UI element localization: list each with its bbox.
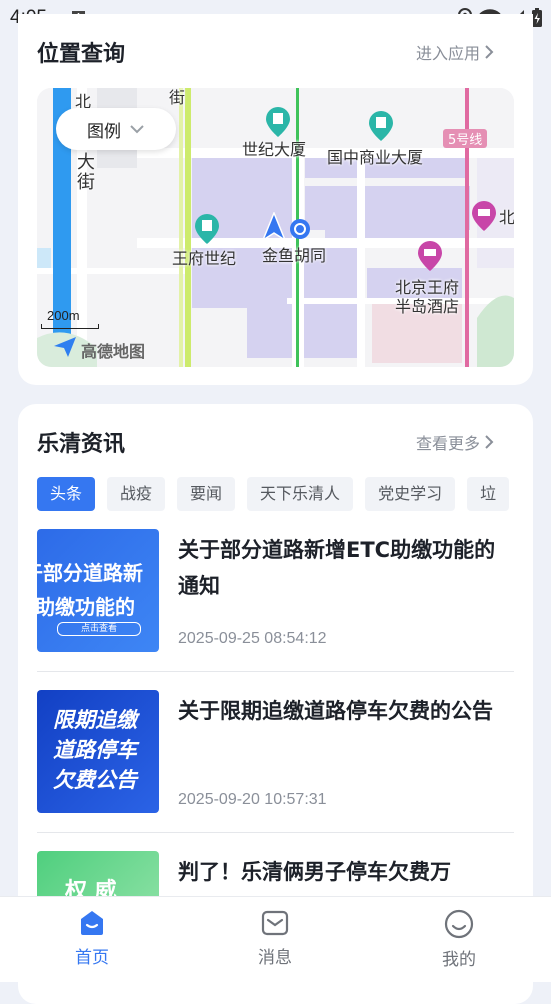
map-label-bei2: 北 <box>499 208 514 227</box>
map-label-jie2: 街 <box>169 88 186 107</box>
thumb-text: 道路停车 <box>53 738 137 762</box>
map-label-shijidasha: 世纪大厦 <box>242 140 307 159</box>
thumb-text: 于部分道路新 <box>37 561 143 585</box>
news-list-item[interactable]: 权 威 判了！乐清俩男子停车欠费万 <box>37 851 514 896</box>
tab-toutiao[interactable]: 头条 <box>37 477 96 511</box>
news-thumbnail: 权 威 <box>37 851 159 896</box>
bottom-nav: 首页 消息 我的 <box>0 896 551 982</box>
news-title: 关于限期追缴道路停车欠费的公告 <box>178 699 493 723</box>
map-legend-button[interactable]: 图例 <box>56 108 176 150</box>
enter-app-link[interactable]: 进入应用 <box>416 40 494 64</box>
tab-yaowen[interactable]: 要闻 <box>177 477 236 511</box>
hotel-poi-icon <box>472 201 496 231</box>
metro-station-icon <box>290 219 310 239</box>
tab-laji[interactable]: 垃 <box>467 477 510 511</box>
map-label-peninsula-line2: 半岛酒店 <box>395 297 460 316</box>
nav-messages-label: 消息 <box>258 948 292 968</box>
my-location-arrow-icon <box>261 212 287 242</box>
map-label-wangfushiji: 王府世纪 <box>172 249 237 268</box>
map-label-line5: 5号线 <box>443 129 488 148</box>
map-label-guozhong: 国中商业大厦 <box>327 148 424 167</box>
chevron-right-icon <box>485 435 494 449</box>
news-thumbnail: 于部分道路新 助缴功能的 点击查看 <box>37 529 159 652</box>
chevron-right-icon <box>485 45 494 59</box>
thumb-text: 点击查看 <box>57 622 141 636</box>
nav-mine[interactable]: 我的 <box>399 897 519 982</box>
building-poi-icon <box>266 107 290 137</box>
map-legend-label: 图例 <box>87 121 121 142</box>
tab-tianxia-leqing-ren[interactable]: 天下乐清人 <box>247 477 354 511</box>
news-date: 2025-09-20 10:57:31 <box>178 791 327 808</box>
map-scale-bar <box>41 324 99 329</box>
view-more-link[interactable]: 查看更多 <box>416 430 494 454</box>
nav-home[interactable]: 首页 <box>32 897 152 982</box>
divider <box>37 832 514 833</box>
nav-home-label: 首页 <box>75 948 109 968</box>
news-list-item[interactable]: 于部分道路新 助缴功能的 点击查看 关于部分道路新增ETC助缴功能的通知 202… <box>37 529 514 654</box>
thumb-text: 限期追缴 <box>53 708 137 732</box>
message-icon <box>261 910 289 936</box>
enter-app-label: 进入应用 <box>416 44 481 63</box>
hotel-poi-icon <box>418 241 442 271</box>
news-date: 2025-09-25 08:54:12 <box>178 630 327 647</box>
divider <box>37 671 514 672</box>
news-tabs: 头条 战疫 要闻 天下乐清人 党史学习 垃 <box>37 477 510 511</box>
home-icon <box>81 911 103 935</box>
view-more-label: 查看更多 <box>416 434 481 453</box>
tab-zhanyi[interactable]: 战疫 <box>107 477 166 511</box>
news-tab-strip: 头条 战疫 要闻 天下乐清人 党史学习 垃 <box>37 477 514 511</box>
building-poi-icon <box>369 111 393 141</box>
location-section-title: 位置查询 <box>37 42 126 67</box>
thumb-text: 助缴功能的 <box>37 595 135 619</box>
map-label-jie: 街 <box>77 172 95 193</box>
thumb-text: 权 威 <box>65 879 117 896</box>
news-section-title: 乐清资讯 <box>37 432 126 457</box>
map-brand-label: 高德地图 <box>81 342 146 361</box>
news-thumbnail: 限期追缴 道路停车 欠费公告 <box>37 690 159 813</box>
news-title: 判了！乐清俩男子停车欠费万 <box>178 860 451 884</box>
chevron-down-icon <box>130 125 144 134</box>
thumb-text: 欠费公告 <box>53 768 137 792</box>
tab-dangshi-xuexi[interactable]: 党史学习 <box>365 477 456 511</box>
amap-logo-icon <box>54 337 76 357</box>
map-label-jinyuhutong: 金鱼胡同 <box>262 246 327 265</box>
nav-messages[interactable]: 消息 <box>215 897 335 982</box>
news-title: 关于部分道路新增ETC助缴功能的通知 <box>178 538 496 598</box>
building-poi-icon <box>195 214 219 244</box>
nav-mine-label: 我的 <box>442 950 476 970</box>
news-list-item[interactable]: 限期追缴 道路停车 欠费公告 关于限期追缴道路停车欠费的公告 2025-09-2… <box>37 690 514 815</box>
map-scale-label: 200m <box>47 308 80 323</box>
smiley-profile-icon <box>444 909 474 939</box>
